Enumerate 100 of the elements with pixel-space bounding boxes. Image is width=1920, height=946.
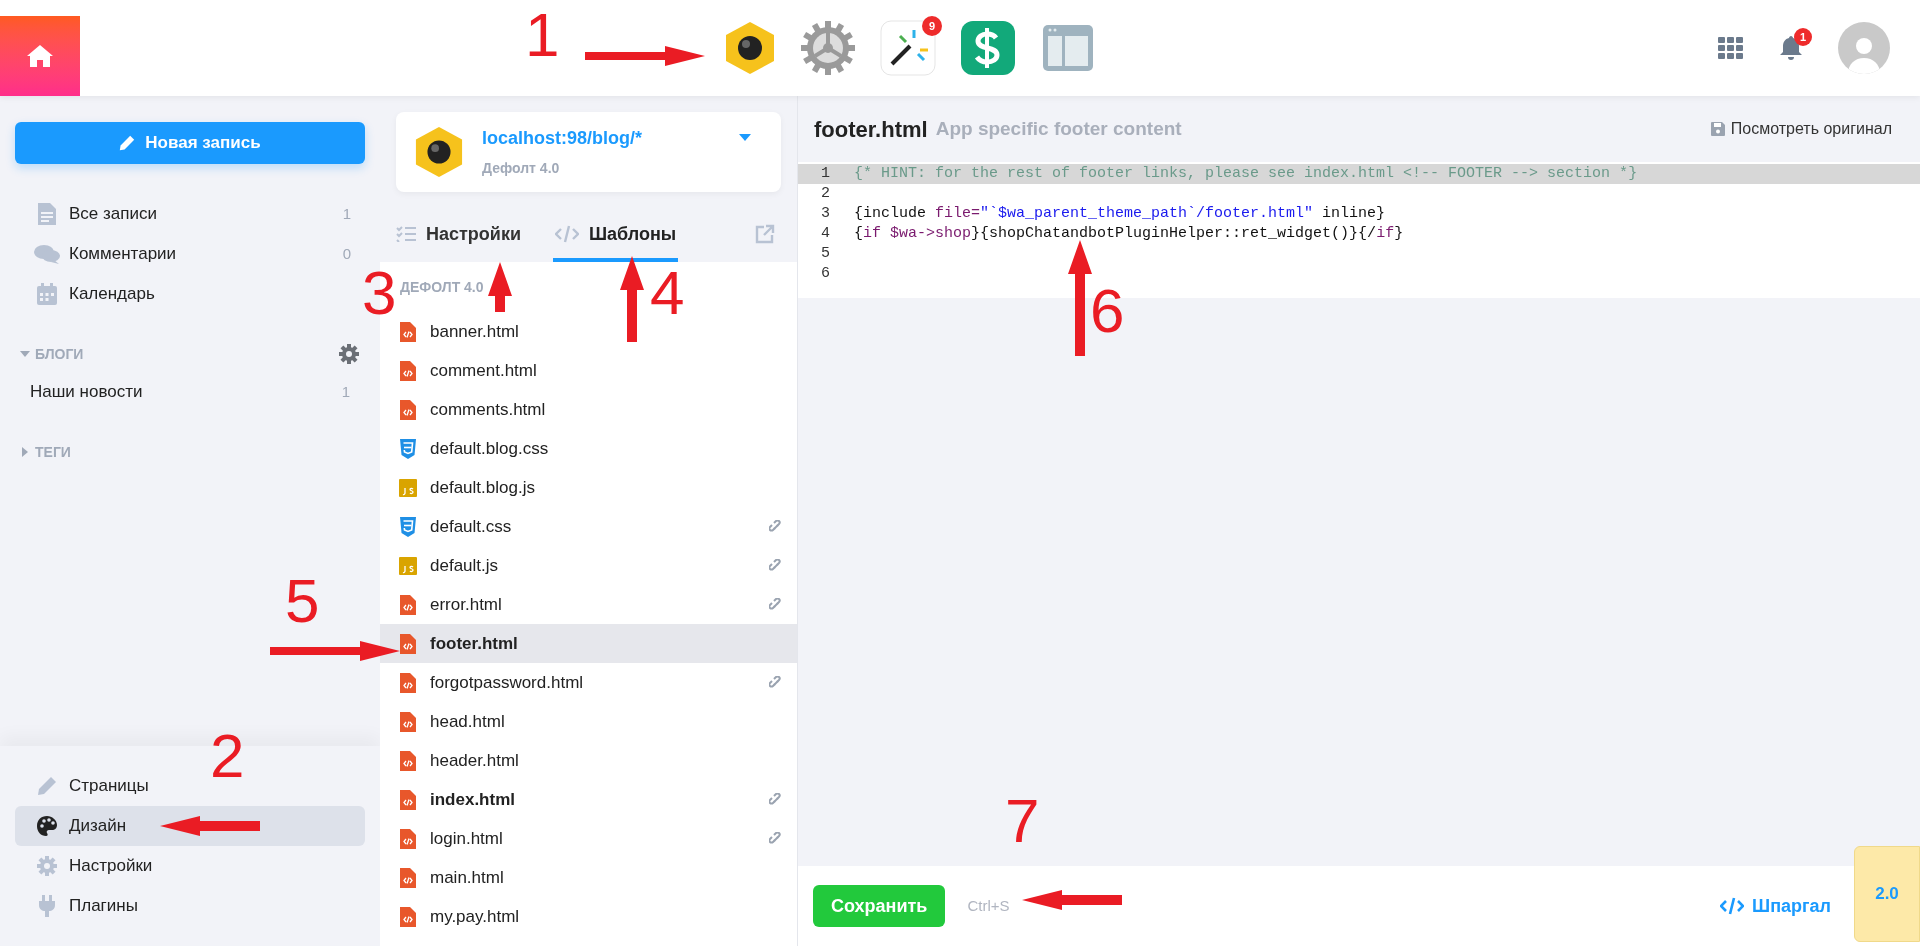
theme-name: Дефолт 4.0 <box>482 159 561 178</box>
link-icon <box>769 558 783 573</box>
sidebar-item[interactable]: Плагины <box>15 886 365 926</box>
keyboard-shortcut: Ctrl+S <box>967 895 1010 916</box>
bell-icon[interactable] <box>1780 36 1802 60</box>
file-item[interactable]: footer.html <box>380 624 797 663</box>
html-file-icon <box>400 828 416 849</box>
html-file-icon <box>400 633 416 654</box>
line-number: 3 <box>820 203 831 224</box>
file-item[interactable]: comment.html <box>380 351 797 390</box>
sidebar-item-label: Комментарии <box>69 243 177 266</box>
pencil-icon <box>37 776 57 796</box>
pencil-icon <box>119 135 136 151</box>
file-item[interactable]: default.blog.css <box>380 429 797 468</box>
js-file-icon <box>399 556 417 575</box>
link-icon <box>769 831 783 846</box>
gear-icon[interactable] <box>800 20 856 76</box>
file-item[interactable]: login.html <box>380 819 797 858</box>
line-number: 6 <box>820 263 831 284</box>
file-item[interactable]: default.css <box>380 507 797 546</box>
html-file-icon <box>400 789 416 810</box>
link-icon <box>769 675 783 690</box>
annotation-number: 5 <box>285 570 320 632</box>
sidebar-item[interactable]: Календарь <box>15 274 365 314</box>
editor-title: footer.html <box>814 115 928 144</box>
file-name: comment.html <box>430 359 537 382</box>
file-name: login.html <box>430 827 503 850</box>
link-icon <box>769 519 783 534</box>
html-file-icon <box>400 867 416 888</box>
file-name: head.html <box>430 710 505 733</box>
view-original-link[interactable]: Посмотреть оригинал <box>1710 117 1892 141</box>
js-file-icon <box>399 478 417 497</box>
external-link-icon[interactable] <box>755 224 775 244</box>
item-count: 1 <box>342 203 351 224</box>
code-icon <box>1720 897 1745 915</box>
sidebar-item[interactable]: Все записи 1 <box>15 194 365 234</box>
code-line: {include file="`$wa_parent_theme_path`/footer.html" inline} <box>854 203 1386 224</box>
section-title: БЛОГИ <box>35 344 84 364</box>
annotation-number: 1 <box>525 4 560 66</box>
file-item[interactable]: index.html <box>380 780 797 819</box>
tab[interactable]: Настройки <box>394 210 523 262</box>
file-name: error.html <box>430 593 502 616</box>
html-file-icon <box>400 399 416 420</box>
avatar[interactable] <box>1838 22 1890 74</box>
gear-icon[interactable] <box>339 344 359 364</box>
annotation-number: 4 <box>650 262 685 324</box>
file-name: default.blog.js <box>430 476 535 499</box>
line-number: 1 <box>820 163 831 184</box>
file-name: header.html <box>430 749 519 772</box>
sidebar-item[interactable]: Дизайн <box>15 806 365 846</box>
sidebar-item-label: Плагины <box>69 895 138 918</box>
file-item[interactable]: error.html <box>380 585 797 624</box>
file-item[interactable]: default.blog.js <box>380 468 797 507</box>
home-icon <box>27 45 53 67</box>
file-item[interactable]: default.js <box>380 546 797 585</box>
gear-icon <box>37 856 57 876</box>
editor-subtitle: App specific footer content <box>935 116 1182 141</box>
plug-icon <box>39 895 55 917</box>
file-name: footer.html <box>430 632 518 655</box>
notification-badge: 1 <box>1794 28 1812 46</box>
calendar-icon <box>37 283 57 305</box>
code-line: {* HINT: for the rest of footer links, please see index.html <!-- FOOTER --> section *} <box>854 163 1638 184</box>
sidebar-item-label: Настройки <box>69 855 153 878</box>
file-item[interactable]: forgotpassword.html <box>380 663 797 702</box>
file-item[interactable]: my.pay.html <box>380 897 797 936</box>
code-line: {if $wa->shop}{shopChatandbotPluginHelper::ret_widget()}{/if} <box>854 223 1404 244</box>
dollar-icon[interactable] <box>960 20 1016 76</box>
html-file-icon <box>400 594 416 615</box>
file-name: default.blog.css <box>430 437 549 460</box>
line-number: 5 <box>820 243 831 264</box>
file-item[interactable]: head.html <box>380 702 797 741</box>
file-name: main.html <box>430 866 504 889</box>
file-name: default.js <box>430 554 499 577</box>
palette-icon <box>37 816 57 836</box>
sparkle-icon[interactable] <box>880 20 936 76</box>
document-icon <box>38 203 56 225</box>
sidebar-item-label: Страницы <box>69 775 149 798</box>
line-number: 4 <box>820 223 831 244</box>
section-title: ТЕГИ <box>35 442 71 462</box>
html-file-icon <box>400 672 416 693</box>
file-name: banner.html <box>430 320 519 343</box>
file-item[interactable]: header.html <box>380 741 797 780</box>
link-icon <box>769 597 783 612</box>
apps-grid-icon[interactable] <box>1718 37 1744 59</box>
annotation-number: 7 <box>1005 790 1040 852</box>
item-count: 0 <box>342 243 351 264</box>
sidebar-item[interactable]: Комментарии 0 <box>15 234 365 274</box>
home-button[interactable] <box>0 16 80 96</box>
line-number: 2 <box>820 183 831 204</box>
annotation-number: 2 <box>210 725 245 787</box>
blog-item[interactable]: Наши новости 1 <box>15 372 365 412</box>
file-name: index.html <box>430 788 515 811</box>
item-count: 1 <box>341 381 350 402</box>
caret-down-icon[interactable] <box>739 134 751 142</box>
file-item[interactable]: comments.html <box>380 390 797 429</box>
sidebar-item[interactable]: Настройки <box>15 846 365 886</box>
file-item[interactable]: main.html <box>380 858 797 897</box>
file-name: my.pay.html <box>430 905 520 928</box>
blog-item-label: Наши новости <box>30 381 143 404</box>
html-file-icon <box>400 711 416 732</box>
